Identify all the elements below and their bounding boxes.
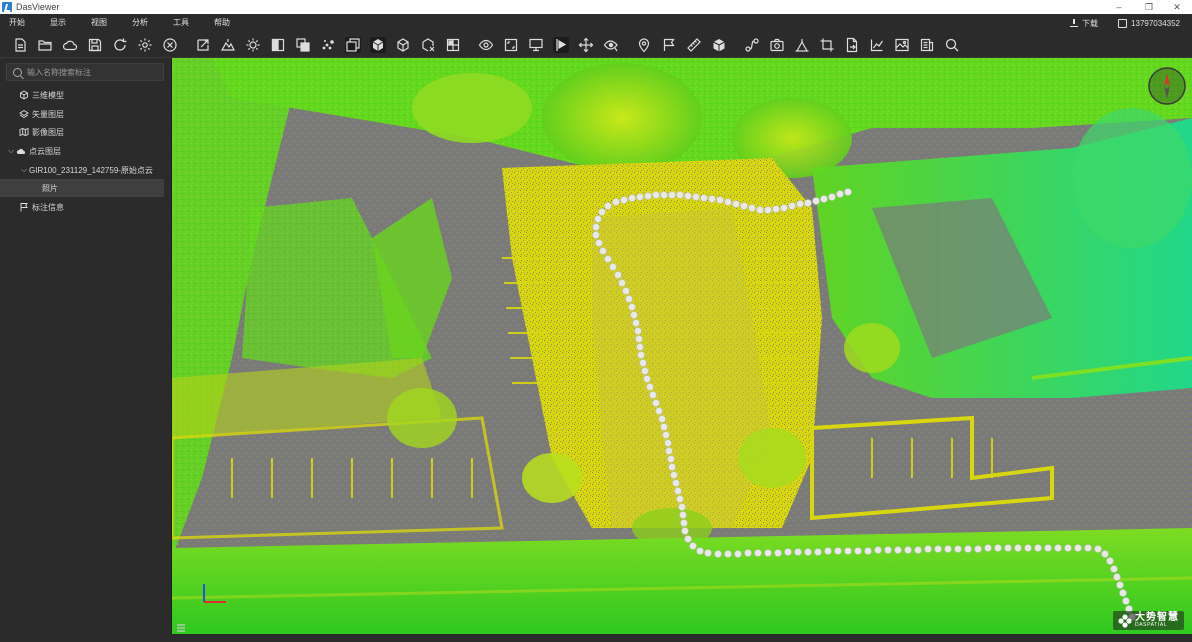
report-icon[interactable] — [919, 37, 935, 53]
map-icon — [19, 127, 29, 137]
grid-icon[interactable] — [445, 37, 461, 53]
location-pin-icon[interactable] — [636, 37, 652, 53]
tree-item-label: 矢量图层 — [32, 109, 64, 119]
menu-bar: 开始 显示 视图 分析 工具 帮助 下载 13797034352 — [0, 14, 1192, 32]
menu-tools[interactable]: 工具 — [157, 14, 198, 32]
search-box[interactable] — [6, 63, 164, 81]
cube-wire-icon[interactable] — [395, 37, 411, 53]
ruler-icon[interactable] — [686, 37, 702, 53]
tree-item-label: 影像图层 — [32, 127, 64, 137]
panel-toggle-icon[interactable] — [176, 620, 186, 632]
chevron-down-icon[interactable]: ⌵ — [6, 146, 16, 156]
tree-item-vector-layer[interactable]: 矢量图层 — [0, 105, 172, 123]
search-icon — [13, 67, 22, 77]
close-window-button[interactable]: ✕ — [1164, 0, 1190, 14]
north-compass-icon — [1148, 67, 1186, 105]
image-icon[interactable] — [894, 37, 910, 53]
tree-item-3d-model[interactable]: 三维模型 — [0, 86, 172, 104]
box-icon[interactable] — [711, 37, 727, 53]
tree-item-photos[interactable]: 照片 — [0, 179, 164, 197]
maximize-button[interactable]: ❐ — [1136, 0, 1162, 14]
point-cloud-scene[interactable] — [172, 58, 1192, 634]
eye-marker-icon[interactable] — [603, 37, 619, 53]
menu-view[interactable]: 视图 — [75, 14, 116, 32]
save-icon[interactable] — [87, 37, 103, 53]
overlay-icon[interactable] — [295, 37, 311, 53]
flag-play-icon[interactable] — [553, 37, 569, 53]
tree-item-point-cloud-layer[interactable]: ⌵ 点云图层 — [0, 142, 172, 160]
minimize-button[interactable]: – — [1106, 0, 1132, 14]
move-icon[interactable] — [578, 37, 594, 53]
close-circle-icon[interactable] — [162, 37, 178, 53]
chevron-down-icon[interactable]: ⌵ — [19, 165, 29, 175]
account-button[interactable]: 13797034352 — [1118, 18, 1180, 28]
brand-logo: 大势智慧 DASPATIAL — [1113, 611, 1184, 630]
status-bar — [0, 634, 1192, 642]
export-doc-icon[interactable] — [844, 37, 860, 53]
tree-item-point-cloud-dataset[interactable]: ⌵ GIR100_231129_142759-原始点云 — [0, 161, 172, 179]
brightness-icon[interactable] — [245, 37, 261, 53]
account-icon — [1118, 18, 1128, 28]
flag-icon — [19, 202, 29, 212]
cube-icon — [19, 90, 29, 100]
eye-icon[interactable] — [478, 37, 494, 53]
screen-icon[interactable] — [528, 37, 544, 53]
search-icon[interactable] — [944, 37, 960, 53]
crop-icon[interactable] — [819, 37, 835, 53]
tree-item-annotations[interactable]: 标注信息 — [0, 198, 172, 216]
settings-icon[interactable] — [137, 37, 153, 53]
refresh-icon[interactable] — [112, 37, 128, 53]
import-icon[interactable] — [195, 37, 211, 53]
layers-icon[interactable] — [345, 37, 361, 53]
search-input[interactable] — [27, 67, 163, 77]
flag-icon[interactable] — [661, 37, 677, 53]
camera-icon[interactable] — [769, 37, 785, 53]
layer-panel: 三维模型 矢量图层 影像图层 ⌵ 点云图层 ⌵ GIR100_231129_14… — [0, 58, 172, 642]
download-icon — [1070, 19, 1079, 27]
3d-viewport[interactable]: 大势智慧 DASPATIAL — [172, 58, 1192, 634]
brand-name-en: DASPATIAL — [1135, 622, 1168, 628]
cloud-icon[interactable] — [62, 37, 78, 53]
new-file-icon[interactable] — [12, 37, 28, 53]
point-cloud-icon[interactable] — [320, 37, 336, 53]
clip-box-icon[interactable] — [420, 37, 436, 53]
vector-layer-icon — [19, 109, 29, 119]
tree-item-label: 照片 — [42, 183, 58, 193]
tree-item-label: 标注信息 — [32, 202, 64, 212]
cube-solid-icon[interactable] — [370, 37, 386, 53]
app-logo-icon — [2, 2, 12, 12]
brand-mark-icon — [1118, 613, 1132, 628]
tree-item-label: 点云图层 — [29, 146, 61, 156]
chart-icon[interactable] — [869, 37, 885, 53]
split-view-icon[interactable] — [270, 37, 286, 53]
menu-analysis[interactable]: 分析 — [116, 14, 157, 32]
tree-item-label: 三维模型 — [32, 90, 64, 100]
open-folder-icon[interactable] — [37, 37, 53, 53]
terrain-icon[interactable] — [220, 37, 236, 53]
tree-item-imagery-layer[interactable]: 影像图层 — [0, 123, 172, 141]
download-button[interactable]: 下载 — [1070, 18, 1098, 29]
cloud-icon — [16, 146, 26, 156]
toolbar — [0, 32, 1192, 58]
height-profile-icon[interactable] — [794, 37, 810, 53]
account-number: 13797034352 — [1131, 18, 1180, 28]
menu-start[interactable]: 开始 — [0, 14, 34, 32]
title-bar: DasViewer – ❐ ✕ — [0, 0, 1192, 14]
download-label: 下载 — [1082, 18, 1099, 28]
window-title: DasViewer — [16, 2, 60, 12]
menu-display[interactable]: 显示 — [34, 14, 75, 32]
tree-item-label: GIR100_231129_142759-原始点云 — [29, 165, 153, 175]
app-window: DasViewer – ❐ ✕ 开始 显示 视图 分析 工具 帮助 下载 137… — [0, 0, 1192, 642]
path-icon[interactable] — [744, 37, 760, 53]
menu-help[interactable]: 帮助 — [198, 14, 239, 32]
frame-icon[interactable] — [503, 37, 519, 53]
